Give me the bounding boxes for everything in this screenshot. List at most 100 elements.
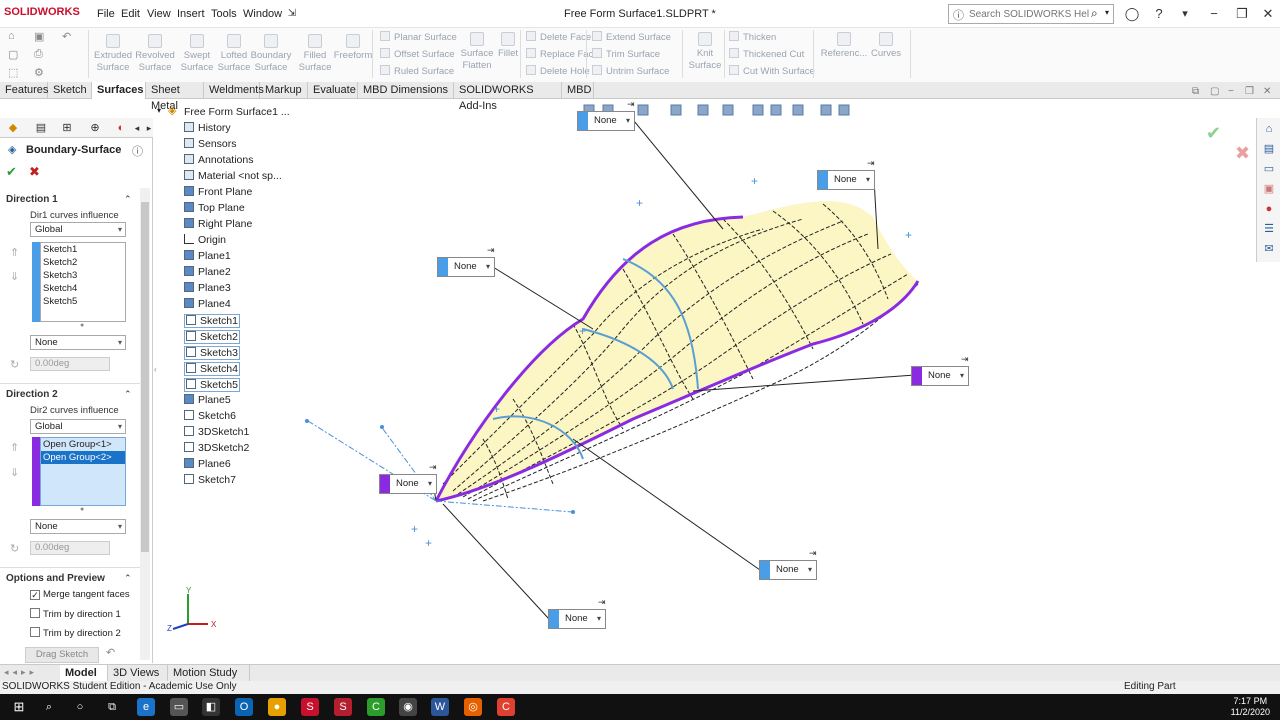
resources-home-icon[interactable]: ⌂	[1262, 122, 1276, 136]
windows-start-icon[interactable]: ⊞	[10, 698, 28, 716]
move-up-icon[interactable]: ⇑	[10, 246, 19, 259]
tangency-callout[interactable]: None ▾	[437, 257, 495, 277]
extruded-surface-button[interactable]: Extruded Surface	[92, 34, 134, 74]
freeform-button[interactable]: Freeform	[332, 34, 374, 62]
tree-item-plane2[interactable]: Plane2	[184, 266, 231, 278]
doc-minimize-icon[interactable]: −	[1228, 86, 1234, 97]
trim-dir2-checkbox[interactable]: Trim by direction 2	[30, 627, 121, 639]
boundary-surface-button[interactable]: Boundary Surface	[250, 34, 292, 74]
window-cascade-icon[interactable]: ▢	[1210, 86, 1219, 97]
chevron-down-icon[interactable]: ▾	[626, 116, 630, 125]
options-icon[interactable]: ▾	[1177, 6, 1193, 22]
collapse-direction2-icon[interactable]: ⌃	[124, 389, 132, 400]
list-item[interactable]: Sketch1	[41, 243, 125, 256]
tab-weldments[interactable]: Weldments	[204, 82, 264, 99]
undo-drag-icon[interactable]: ↶	[106, 646, 115, 659]
tree-collapse-icon[interactable]: ▾	[157, 106, 161, 115]
planar-surface-button[interactable]: Planar Surface	[380, 31, 457, 43]
doc-close-icon[interactable]: ✕	[1263, 86, 1271, 97]
tree-item-plane3[interactable]: Plane3	[184, 282, 231, 294]
list-item[interactable]: Open Group<1>	[41, 438, 125, 451]
pin-icon[interactable]: ⇥	[961, 354, 969, 365]
solidworks-taskbar-icon[interactable]: S	[301, 698, 319, 716]
direction2-heading[interactable]: Direction 2	[6, 389, 58, 400]
list-item[interactable]: Sketch4	[41, 282, 125, 295]
custom-properties-icon[interactable]: ☰	[1262, 222, 1276, 236]
extend-surface-button[interactable]: Extend Surface	[592, 31, 671, 43]
confirm-ok-icon[interactable]: ✔	[1206, 123, 1221, 144]
bottom-tab-model[interactable]: Model	[60, 665, 108, 681]
cancel-icon[interactable]: ✖	[29, 164, 40, 180]
outlook-icon[interactable]: O	[235, 698, 253, 716]
tree-item-sketch3[interactable]: Sketch3	[184, 346, 240, 360]
tangency-callout[interactable]: None ▾	[379, 474, 437, 494]
configuration-tab-icon[interactable]: ⊞	[58, 120, 76, 136]
thickened-cut-button[interactable]: Thickened Cut	[729, 48, 804, 60]
pin-icon[interactable]: ⇥	[429, 462, 437, 473]
doc-restore-icon[interactable]: ❐	[1245, 86, 1254, 97]
task-view-icon[interactable]: ⧉	[103, 698, 121, 716]
tab-sketch[interactable]: Sketch	[48, 82, 92, 99]
tree-item-sensors[interactable]: Sensors	[184, 138, 237, 150]
fillet-button[interactable]: Fillet	[496, 32, 520, 60]
tab-scroll-icons[interactable]: ◂◂▸▸	[4, 667, 38, 678]
save-icon[interactable]: ▣	[34, 30, 44, 43]
tree-item-sketch7[interactable]: Sketch7	[184, 474, 236, 486]
chrome-icon[interactable]: ●	[268, 698, 286, 716]
menu-insert[interactable]: Insert	[177, 8, 205, 20]
menu-window[interactable]: Window	[243, 8, 282, 20]
menu-tools[interactable]: Tools	[211, 8, 237, 20]
chevron-down-icon[interactable]: ▾	[866, 175, 870, 184]
search-dropdown-icon[interactable]: ▾	[1105, 8, 1109, 17]
direction1-heading[interactable]: Direction 1	[6, 194, 58, 205]
tree-item-right-plane[interactable]: Right Plane	[184, 218, 252, 230]
menu-edit[interactable]: Edit	[121, 8, 140, 20]
tab-mbd-dimensions[interactable]: MBD Dimensions	[358, 82, 454, 99]
tree-item-top-plane[interactable]: Top Plane	[184, 202, 245, 214]
edge-icon[interactable]: e	[137, 698, 155, 716]
select-icon[interactable]: ⬚	[8, 66, 18, 79]
options-heading[interactable]: Options and Preview	[6, 573, 105, 584]
cut-with-surface-button[interactable]: Cut With Surface	[729, 65, 815, 77]
list-item[interactable]: Sketch2	[41, 256, 125, 269]
dir1-tangency-select[interactable]: None ▾	[30, 335, 126, 350]
forum-icon[interactable]: ✉	[1262, 242, 1276, 256]
splitter-icon[interactable]: ‹	[154, 365, 157, 374]
chevron-down-icon[interactable]: ▾	[808, 565, 812, 574]
new-icon[interactable]: ▢	[8, 48, 18, 61]
dir2-curves-list[interactable]: Open Group<1> Open Group<2>	[40, 437, 126, 506]
appearances-icon[interactable]: ●	[1262, 202, 1276, 216]
tree-item-sketch6[interactable]: Sketch6	[184, 410, 236, 422]
dimxpert-tab-icon[interactable]: ⊕	[86, 120, 104, 136]
tab-solidworks-add-ins[interactable]: SOLIDWORKS Add-Ins	[454, 82, 562, 112]
menu-view[interactable]: View	[147, 8, 171, 20]
tangency-callout[interactable]: None ▾	[817, 170, 875, 190]
chevron-down-icon[interactable]: ▾	[597, 614, 601, 623]
close-icon[interactable]: ✕	[1260, 6, 1276, 22]
pin-icon[interactable]: ⇥	[487, 245, 495, 256]
bottom-tab-motion-study-1[interactable]: Motion Study 1	[168, 665, 250, 695]
featuremanager-tab-icon[interactable]: ◆	[4, 120, 22, 136]
tree-item-material-not-sp[interactable]: Material <not sp...	[184, 170, 282, 182]
pin-icon[interactable]: ⇥	[598, 597, 606, 608]
graphics-area[interactable]: + + + + + + + Y X Z ✔ ✖	[153, 99, 1256, 664]
tree-item-plane4[interactable]: Plane4	[184, 298, 231, 310]
dir2-angle-input[interactable]: 0.00deg	[30, 541, 110, 555]
tree-item-plane6[interactable]: Plane6	[184, 458, 231, 470]
confirm-cancel-icon[interactable]: ✖	[1235, 143, 1250, 164]
bottom-tab-3d-views[interactable]: 3D Views	[108, 665, 168, 681]
tree-item-sketch2[interactable]: Sketch2	[184, 330, 240, 344]
tree-item-history[interactable]: History	[184, 122, 231, 134]
tabs-right-icon[interactable]: ▸	[140, 120, 158, 136]
clock[interactable]: 7:17 PM 11/2/2020	[1231, 696, 1270, 718]
tab-evaluate[interactable]: Evaluate	[308, 82, 358, 99]
firefox-icon[interactable]: ◎	[464, 698, 482, 716]
design-library-icon[interactable]: ▤	[1262, 142, 1276, 156]
tree-item-plane5[interactable]: Plane5	[184, 394, 231, 406]
user-icon[interactable]: ◯	[1124, 6, 1140, 22]
move-down-icon[interactable]: ⇓	[10, 466, 19, 479]
tangency-callout[interactable]: None ▾	[577, 111, 635, 131]
tangency-callout[interactable]: None ▾	[759, 560, 817, 580]
search-input[interactable]	[969, 7, 1089, 21]
word-icon[interactable]: W	[431, 698, 449, 716]
